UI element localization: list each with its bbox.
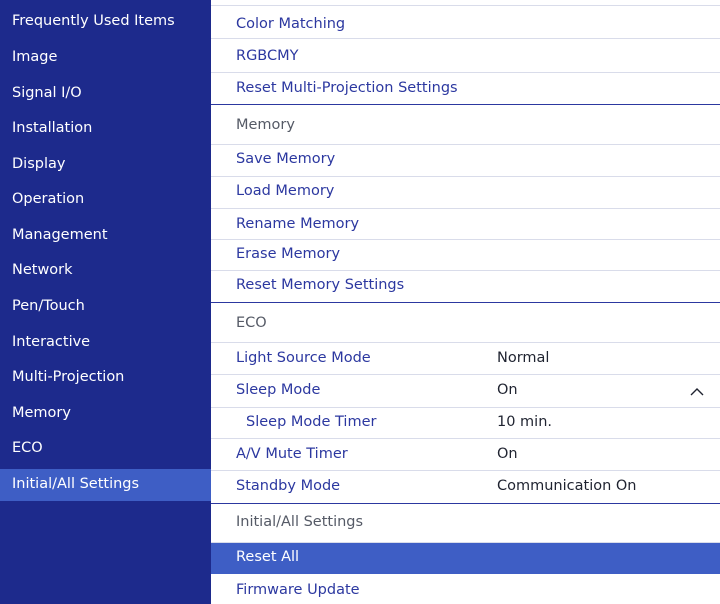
list-item-label: Rename Memory <box>236 216 360 232</box>
list-item-rgbcmy[interactable]: RGBCMY <box>211 39 720 73</box>
list-item-label: Color Matching <box>236 16 346 32</box>
section-title: ECO <box>236 315 267 331</box>
list-item-value: 10 min. <box>497 414 553 430</box>
list-item-firmware-update[interactable]: Firmware Update <box>211 574 720 604</box>
list-item-label: Save Memory <box>236 151 336 167</box>
list-item-color-matching[interactable]: Color Matching <box>211 6 720 39</box>
settings-list: Color Matching RGBCMY Reset Multi-Projec… <box>211 0 720 604</box>
list-item-label: RGBCMY <box>236 48 299 64</box>
sidebar-item-operation[interactable]: Operation <box>12 189 84 209</box>
list-item-load-memory[interactable]: Load Memory <box>211 177 720 209</box>
sidebar-item-multi-projection[interactable]: Multi-Projection <box>12 367 124 387</box>
list-item-erase-memory[interactable]: Erase Memory <box>211 240 720 271</box>
sidebar-item-pen-touch[interactable]: Pen/Touch <box>12 296 85 316</box>
list-item-save-memory[interactable]: Save Memory <box>211 145 720 177</box>
list-item-label: Sleep Mode <box>236 382 321 398</box>
sidebar-item-interactive[interactable]: Interactive <box>12 332 90 352</box>
list-item-label: Light Source Mode <box>236 350 371 366</box>
section-header-memory: Memory <box>211 105 720 145</box>
list-item-light-source-mode[interactable]: Light Source Mode Normal <box>211 343 720 375</box>
list-item-label: Firmware Update <box>236 582 360 598</box>
sidebar-item-initial-all-settings[interactable]: Initial/All Settings <box>12 474 139 494</box>
sidebar-item-memory[interactable]: Memory <box>12 403 71 423</box>
list-item-standby-mode[interactable]: Standby Mode Communication On <box>211 471 720 504</box>
list-item-rename-memory[interactable]: Rename Memory <box>211 209 720 240</box>
sidebar-item-frequently-used-items[interactable]: Frequently Used Items <box>12 11 175 31</box>
list-item-label: Load Memory <box>236 183 335 199</box>
list-item-label: Sleep Mode Timer <box>246 414 377 430</box>
list-item-value: On <box>497 446 518 462</box>
sidebar-item-display[interactable]: Display <box>12 154 65 174</box>
list-item-label: Reset Memory Settings <box>236 277 405 293</box>
section-header-initial-all-settings: Initial/All Settings <box>211 504 720 543</box>
sidebar-menu: Frequently Used Items Image Signal I/O I… <box>0 0 211 604</box>
section-title: Initial/All Settings <box>236 514 364 530</box>
sidebar-item-signal-io[interactable]: Signal I/O <box>12 83 82 103</box>
list-item-label: Standby Mode <box>236 478 341 494</box>
sidebar-item-management[interactable]: Management <box>12 225 108 245</box>
list-item-reset-all[interactable]: Reset All <box>211 543 720 574</box>
list-item-av-mute-timer[interactable]: A/V Mute Timer On <box>211 439 720 471</box>
list-item-label: A/V Mute Timer <box>236 446 348 462</box>
section-title: Memory <box>236 117 295 133</box>
sidebar-item-image[interactable]: Image <box>12 47 57 67</box>
list-item-sleep-mode-timer[interactable]: Sleep Mode Timer 10 min. <box>211 408 720 439</box>
list-item-label: Erase Memory <box>236 246 341 262</box>
list-item-sleep-mode[interactable]: Sleep Mode On <box>211 375 720 408</box>
sidebar-item-network[interactable]: Network <box>12 260 73 280</box>
sidebar-item-installation[interactable]: Installation <box>12 118 92 138</box>
list-item-reset-memory-settings[interactable]: Reset Memory Settings <box>211 271 720 303</box>
list-item-value: Communication On <box>497 478 637 494</box>
list-item-value: Normal <box>497 350 550 366</box>
section-header-eco: ECO <box>211 303 720 343</box>
list-item-label: Reset Multi-Projection Settings <box>236 80 458 96</box>
list-item-value: On <box>497 382 518 398</box>
list-item-label: Reset All <box>236 549 300 565</box>
sidebar-item-eco[interactable]: ECO <box>12 438 43 458</box>
list-item-reset-multi-projection-settings[interactable]: Reset Multi-Projection Settings <box>211 73 720 105</box>
chevron-up-icon[interactable] <box>689 386 705 398</box>
